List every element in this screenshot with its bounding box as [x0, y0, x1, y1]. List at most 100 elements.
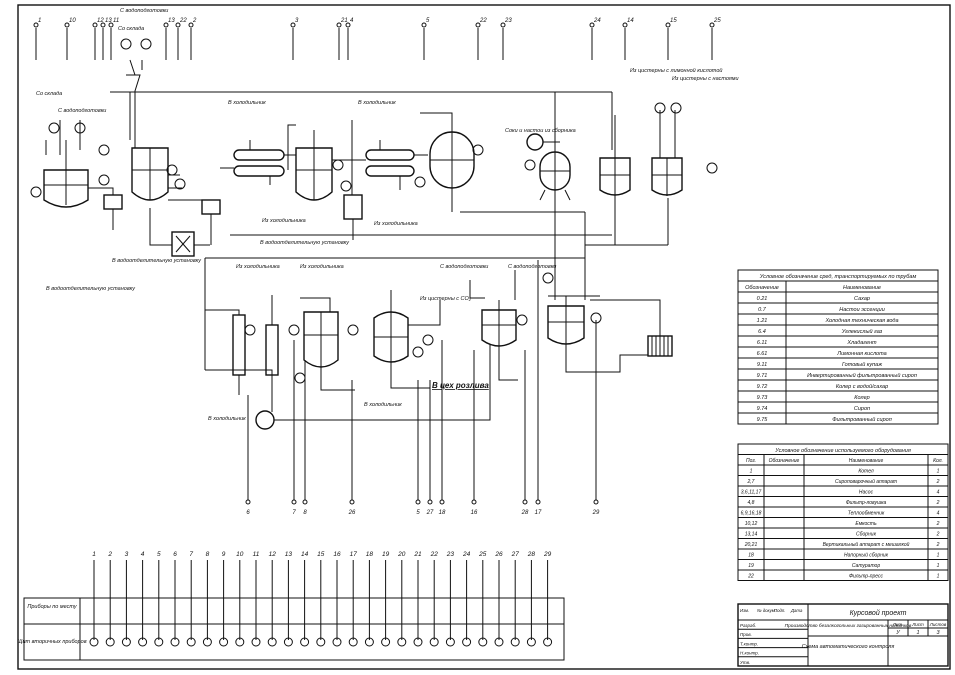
equipment-cell: 19 — [748, 563, 754, 569]
equipment-cell: 2 — [936, 532, 940, 538]
equipment-head: Наименование — [849, 458, 884, 464]
panel-position: 13 — [285, 551, 293, 558]
medium-code: 9.75 — [757, 417, 769, 423]
stamp-role: Пров. — [740, 632, 752, 637]
medium-code: 0.21 — [757, 296, 768, 302]
top-label: 10 — [69, 18, 76, 24]
panel-row-label: Щит вторичных приборов — [17, 639, 86, 645]
flow-label-sugar1: Со склада — [118, 26, 144, 32]
filter-trap-8 — [343, 120, 363, 240]
stamp-top-head: Подп. — [774, 608, 785, 613]
heat-exchanger-6 — [220, 140, 296, 185]
panel-position: 24 — [462, 551, 471, 558]
equipment-cell: 1 — [937, 563, 940, 569]
top-label: 14 — [627, 18, 634, 24]
medium-name: Лимонная кислота — [836, 351, 886, 357]
stamp-lit: У — [895, 630, 900, 636]
flow-label-water_left: С водоподготовки — [58, 108, 106, 114]
pump-3 — [88, 187, 123, 230]
top-label: 11 — [113, 18, 119, 24]
panel-position: 19 — [382, 551, 390, 558]
flow-label-from_fridge2: Из холодильника — [374, 221, 418, 227]
syrup-boiler-7 — [287, 124, 333, 201]
stamp-col-head: Листов — [929, 622, 947, 627]
equipment-cell: Теплообменник — [848, 511, 885, 517]
instrument-circle — [414, 176, 426, 188]
instrument-circle — [516, 314, 528, 326]
instrument-circle — [30, 186, 42, 198]
bottom-marker — [349, 499, 355, 505]
equipment-cell: 22 — [747, 574, 754, 580]
bottom-marker — [245, 499, 251, 505]
bottom-mark: 18 — [439, 510, 446, 516]
stamp-role: Т.контр. — [740, 641, 758, 646]
panel-position: 7 — [189, 551, 193, 558]
instrument-circle — [98, 174, 110, 186]
bottom-mark: 7 — [292, 510, 296, 516]
bottom-marker — [291, 499, 297, 505]
top-label: 24 — [593, 18, 601, 24]
medium-name: Колер — [854, 395, 869, 401]
instrument-panel: Приборы по местуЩит вторичных приборов1 2… — [17, 551, 565, 661]
top-label: 5 — [426, 18, 430, 24]
panel-position: 10 — [236, 551, 244, 558]
equipment-cell: Котел — [858, 469, 874, 475]
bottom-mark: 5 — [416, 510, 420, 516]
panel-position: 27 — [511, 551, 520, 558]
panel-position: 16 — [333, 551, 341, 558]
medium-table: Условное обозначение сред, транспортируе… — [737, 269, 939, 425]
mixer-apparatus-21 — [547, 295, 648, 373]
bottom-marker — [415, 499, 421, 505]
flow-label-citric: Из цистерны с лимонной кислотой — [630, 67, 722, 74]
instrument-circle — [670, 102, 682, 114]
panel-position: 18 — [366, 551, 374, 558]
medium-table-title: Условное обозначение сред, транспортируе… — [759, 274, 917, 280]
panel-position: 25 — [478, 551, 487, 558]
instrument-circle — [706, 162, 718, 174]
collector-14 — [651, 110, 683, 196]
panel-position: 28 — [527, 551, 536, 558]
panel-position: 4 — [141, 551, 145, 558]
bottom-mark: 8 — [303, 510, 307, 516]
medium-code: 6.11 — [757, 340, 767, 346]
stamp-sheet-title: Схема автоматического контроля — [802, 644, 895, 650]
top-instrument-labels: 1 10 12 13 11 13 22 2 3 21 4 5 22 23 24 14 15 25 — [33, 18, 721, 60]
medium-name: Сахар — [854, 296, 870, 302]
medium-code: 6.61 — [757, 351, 768, 357]
flow-label-to_sep1: В водоотделительную установку — [46, 286, 136, 292]
flow-label-to_sep2: В водоотделительную установку — [112, 258, 202, 264]
heat-exchanger-16 — [205, 295, 279, 376]
instrument-circle — [472, 144, 484, 156]
bottom-mark: 6 — [246, 510, 250, 516]
panel-position: 29 — [543, 551, 552, 558]
equipment-head: Кол. — [933, 458, 943, 464]
process-flow-diagram: 1 10 12 13 11 13 22 2 3 21 4 5 22 23 24 14 15 25 — [17, 4, 951, 670]
panel-position: 26 — [494, 551, 503, 558]
medium-code: 1.21 — [757, 318, 768, 324]
instrument-circle — [140, 38, 152, 50]
equipment-head: Поз. — [746, 458, 756, 464]
equipment-cell: Насос — [859, 490, 874, 496]
tank-10 — [420, 112, 475, 212]
panel-position: 11 — [253, 551, 260, 558]
equipment-cell: 4 — [937, 511, 940, 517]
equipment-cell: Фильтр-пресс — [849, 574, 884, 580]
medium-name: Углекислый газ — [841, 328, 883, 335]
flow-label-to_sep3: В водоотделительную установку — [260, 240, 350, 246]
medium-head-code: Обозначение — [745, 285, 779, 291]
equipment-cell: 4,8 — [748, 500, 755, 506]
flow-label-co2: Из цистерны с CO₂ — [420, 296, 472, 302]
filter-press-22 — [590, 299, 673, 357]
bottom-marker — [439, 499, 445, 505]
stamp-role: Н.контр. — [740, 651, 759, 656]
instrument-circle — [332, 159, 344, 171]
bottom-marker — [427, 499, 433, 505]
bottom-marker — [535, 499, 541, 505]
instrument-circle — [422, 334, 434, 346]
panel-position: 15 — [317, 551, 325, 558]
panel-position: 14 — [301, 551, 309, 558]
equipment-cell: Емкость — [855, 521, 877, 527]
flow-label-to_fridge3: В холодильник — [208, 416, 246, 422]
top-label: 3 — [295, 18, 299, 24]
equipment-cell: 2 — [936, 500, 940, 506]
